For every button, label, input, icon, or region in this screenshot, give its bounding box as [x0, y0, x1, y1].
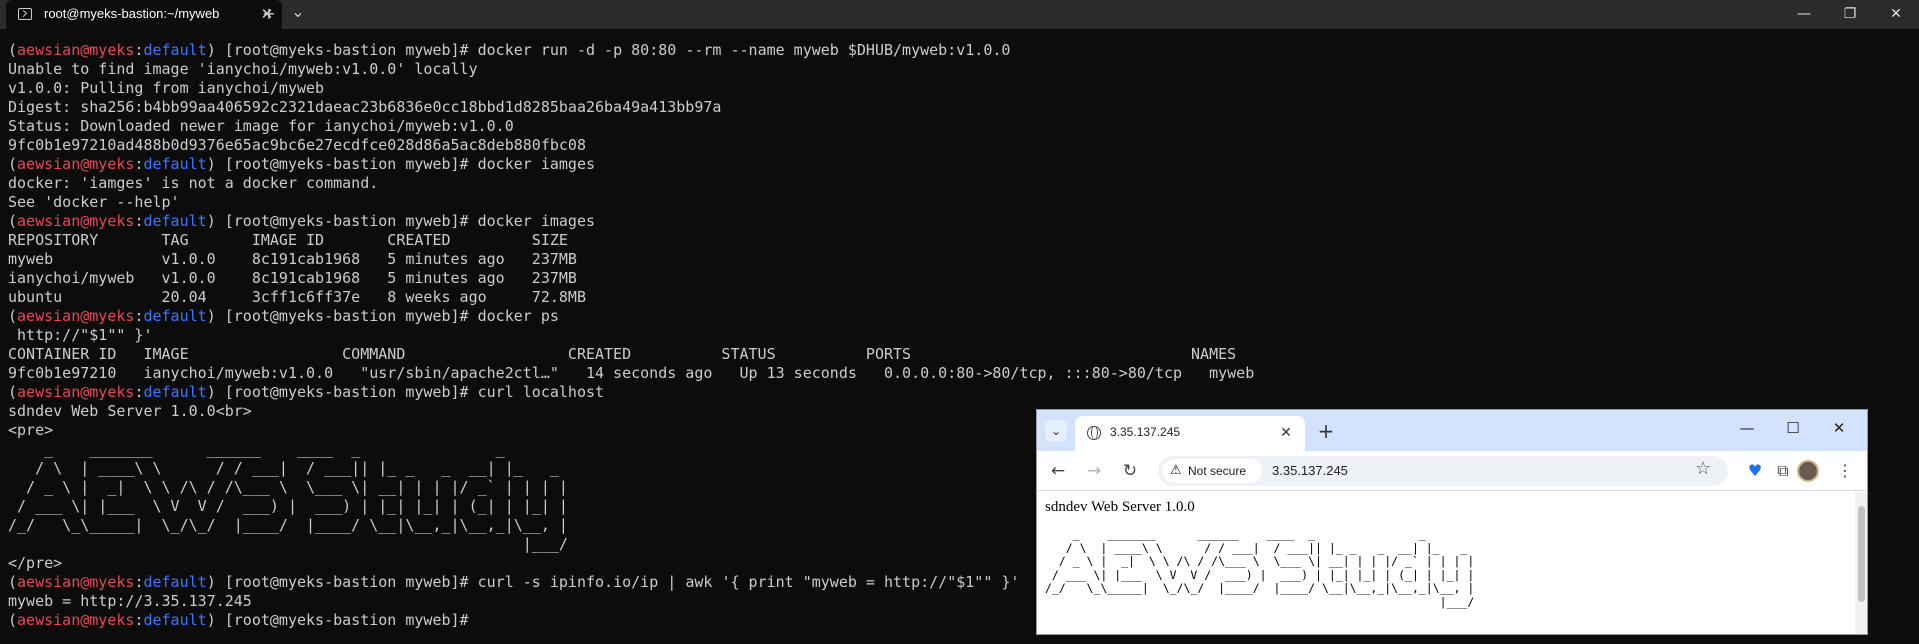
terminal-output-line: / ___ \| |___ \ V V / ___) | ___) | |_| …	[8, 497, 568, 515]
browser-tab-title: 3.35.137.245	[1110, 425, 1181, 439]
prompt-context: default	[143, 573, 207, 591]
terminal-output-line: REPOSITORY TAG IMAGE ID CREATED SIZE	[8, 231, 568, 249]
terminal-scrollbar[interactable]	[1905, 38, 1919, 644]
terminal-prompt-line: (aewsian@myeks:default) [root@myeks-bast…	[8, 212, 596, 230]
prompt-user: aewsian@myeks	[17, 41, 135, 59]
terminal-prompt-line: (aewsian@myeks:default) [root@myeks-bast…	[8, 155, 596, 173]
terminal-prompt-line: (aewsian@myeks:default) [root@myeks-bast…	[8, 611, 478, 629]
page-heading: sdndev Web Server 1.0.0	[1045, 499, 1195, 515]
terminal-output-line: /_/ \_\_____| \_/\_/ |____/ |____/ \__|\…	[8, 516, 568, 534]
terminal-output-line: v1.0.0: Pulling from ianychoi/myweb	[8, 79, 325, 97]
prompt-context: default	[143, 307, 207, 325]
close-window-button[interactable]: ✕	[1873, 0, 1919, 29]
terminal-output-line: / \ | ____\ \ / / ___| / ___|| |_ _ _ __…	[8, 459, 559, 477]
terminal-output-line: ubuntu 20.04 3cff1c6ff37e 8 weeks ago 72…	[8, 288, 586, 306]
terminal-prompt-line: (aewsian@myeks:default) [root@myeks-bast…	[8, 307, 559, 325]
terminal-icon	[18, 8, 32, 20]
ascii-art-line: / \ | ____\ \ / / ___| / ___|| |_ _ _ __…	[1045, 540, 1468, 555]
prompt-command: ) [root@myeks-bastion myweb]# docker run…	[206, 41, 1011, 59]
browser-scroll-thumb[interactable]	[1858, 506, 1865, 602]
forward-button[interactable]: →	[1081, 458, 1107, 484]
terminal-output-line: sdndev Web Server 1.0.0<br>	[8, 402, 252, 420]
ascii-art-line: / _ \ | _| \ \ /\ / /\___ \ \___ \| __| …	[1045, 554, 1475, 568]
prompt-command: ) [root@myeks-bastion myweb]# curl -s ip…	[206, 573, 1020, 591]
close-window-button[interactable]: ✕	[1819, 414, 1859, 442]
new-tab-button[interactable]: +	[1315, 420, 1337, 442]
prompt-user: aewsian@myeks	[17, 383, 135, 401]
profile-avatar[interactable]	[1797, 460, 1819, 482]
ascii-art-line: / ___ \| |___ \ V V / ___) | ___) | |_| …	[1045, 567, 1475, 582]
warning-icon: ⚠	[1170, 463, 1182, 478]
terminal-tab[interactable]: root@myeks-bastion:~/myweb ✕	[6, 0, 282, 29]
browser-tabbar: ⌄ 3.35.137.245 ✕ + — ☐ ✕	[1037, 410, 1867, 451]
terminal-output-line: |___/	[8, 535, 568, 553]
terminal-output-line: _ _______ ______ ____ _ _	[8, 440, 505, 458]
site-info-chip[interactable]: ⚠ Not secure	[1162, 459, 1262, 483]
tab-dropdown-button[interactable]: ⌄	[285, 1, 311, 23]
prompt-context: default	[143, 383, 207, 401]
terminal-output-line: myweb = http://3.35.137.245	[8, 592, 252, 610]
terminal-output-line: Status: Downloaded newer image for ianyc…	[8, 117, 514, 135]
terminal-output-line: http://"$1"" }'	[8, 326, 153, 344]
maximize-button[interactable]: ☐	[1773, 414, 1813, 442]
extensions-icon[interactable]: ⧉	[1771, 459, 1795, 483]
ascii-art-banner: _ _______ ______ ____ _ _ / \ | ____\ \ …	[1045, 527, 1475, 609]
prompt-context: default	[143, 212, 207, 230]
minimize-button[interactable]: —	[1727, 414, 1767, 442]
terminal-output-line: myweb v1.0.0 8c191cab1968 5 minutes ago …	[8, 250, 577, 268]
prompt-command: ) [root@myeks-bastion myweb]# docker ima…	[206, 212, 596, 230]
minimize-button[interactable]: —	[1781, 0, 1827, 29]
reload-button[interactable]: ↻	[1117, 458, 1143, 484]
browser-page-content: sdndev Web Server 1.0.0 _ _______ ______…	[1037, 492, 1855, 634]
ascii-art-line: _ _______ ______ ____ _ _	[1045, 527, 1426, 541]
terminal-output-line: Unable to find image 'ianychoi/myweb:v1.…	[8, 60, 478, 78]
prompt-context: default	[143, 41, 207, 59]
prompt-user: aewsian@myeks	[17, 212, 135, 230]
url-text[interactable]: 3.35.137.245	[1272, 463, 1348, 478]
bookmark-star-icon[interactable]: ☆	[1695, 458, 1711, 479]
browser-window: ⌄ 3.35.137.245 ✕ + — ☐ ✕ ← → ↻ ⚠ Not sec…	[1036, 409, 1868, 635]
terminal-output-line: 9fc0b1e97210ad488b0d9376e65ac9bc6e27ecdf…	[8, 136, 586, 154]
prompt-context: default	[143, 611, 207, 629]
prompt-user: aewsian@myeks	[17, 155, 135, 173]
terminal-output-line: CONTAINER ID IMAGE COMMAND CREATED STATU…	[8, 345, 1237, 363]
prompt-command: ) [root@myeks-bastion myweb]# docker iam…	[206, 155, 596, 173]
terminal-output-line: Digest: sha256:b4bb99aa406592c2321daeac2…	[8, 98, 722, 116]
terminal-output-line: See 'docker --help'	[8, 193, 180, 211]
new-tab-button[interactable]: +	[256, 3, 282, 25]
terminal-output-line: </pre>	[8, 554, 63, 572]
prompt-context: default	[143, 155, 207, 173]
browser-tab[interactable]: 3.35.137.245 ✕	[1075, 416, 1305, 451]
tab-search-button[interactable]: ⌄	[1045, 420, 1067, 442]
terminal-output-line: <pre>	[8, 421, 54, 439]
address-bar[interactable]: ⚠ Not secure 3.35.137.245 ☆	[1158, 456, 1728, 486]
not-secure-label: Not secure	[1188, 464, 1247, 478]
terminal-output-line: docker: 'iamges' is not a docker command…	[8, 174, 379, 192]
terminal-prompt-line: (aewsian@myeks:default) [root@myeks-bast…	[8, 383, 605, 401]
prompt-command: ) [root@myeks-bastion myweb]#	[206, 611, 478, 629]
back-button[interactable]: ←	[1045, 458, 1071, 484]
ascii-art-line: /_/ \_\_____| \_/\_/ |____/ |____/ \__|\…	[1045, 581, 1475, 595]
terminal-prompt-line: (aewsian@myeks:default) [root@myeks-bast…	[8, 41, 1011, 59]
prompt-user: aewsian@myeks	[17, 573, 135, 591]
prompt-command: ) [root@myeks-bastion myweb]# curl local…	[206, 383, 605, 401]
prompt-command: ) [root@myeks-bastion myweb]# docker ps	[206, 307, 559, 325]
ascii-art-line: |___/	[1045, 594, 1475, 609]
prompt-user: aewsian@myeks	[17, 611, 135, 629]
browser-toolbar: ← → ↻ ⚠ Not secure 3.35.137.245 ☆ ♥ ⧉ ⋮	[1037, 451, 1867, 491]
menu-icon[interactable]: ⋮	[1833, 459, 1857, 483]
prompt-user: aewsian@myeks	[17, 307, 135, 325]
terminal-prompt-line: (aewsian@myeks:default) [root@myeks-bast…	[8, 573, 1020, 591]
globe-icon	[1087, 426, 1101, 440]
browser-scrollbar[interactable]	[1855, 492, 1867, 634]
close-tab-icon[interactable]: ✕	[1275, 422, 1297, 444]
maximize-button[interactable]: ❐	[1827, 0, 1873, 29]
terminal-titlebar: root@myeks-bastion:~/myweb ✕ + ⌄ — ❐ ✕	[0, 0, 1919, 29]
terminal-tab-title: root@myeks-bastion:~/myweb	[44, 6, 220, 21]
terminal-output-line: / _ \ | _| \ \ /\ / /\___ \ \___ \| __| …	[8, 478, 568, 496]
terminal-output-line: 9fc0b1e97210 ianychoi/myweb:v1.0.0 "usr/…	[8, 364, 1255, 382]
heart-extension-icon[interactable]: ♥	[1743, 459, 1767, 483]
terminal-output-line: ianychoi/myweb v1.0.0 8c191cab1968 5 min…	[8, 269, 577, 287]
